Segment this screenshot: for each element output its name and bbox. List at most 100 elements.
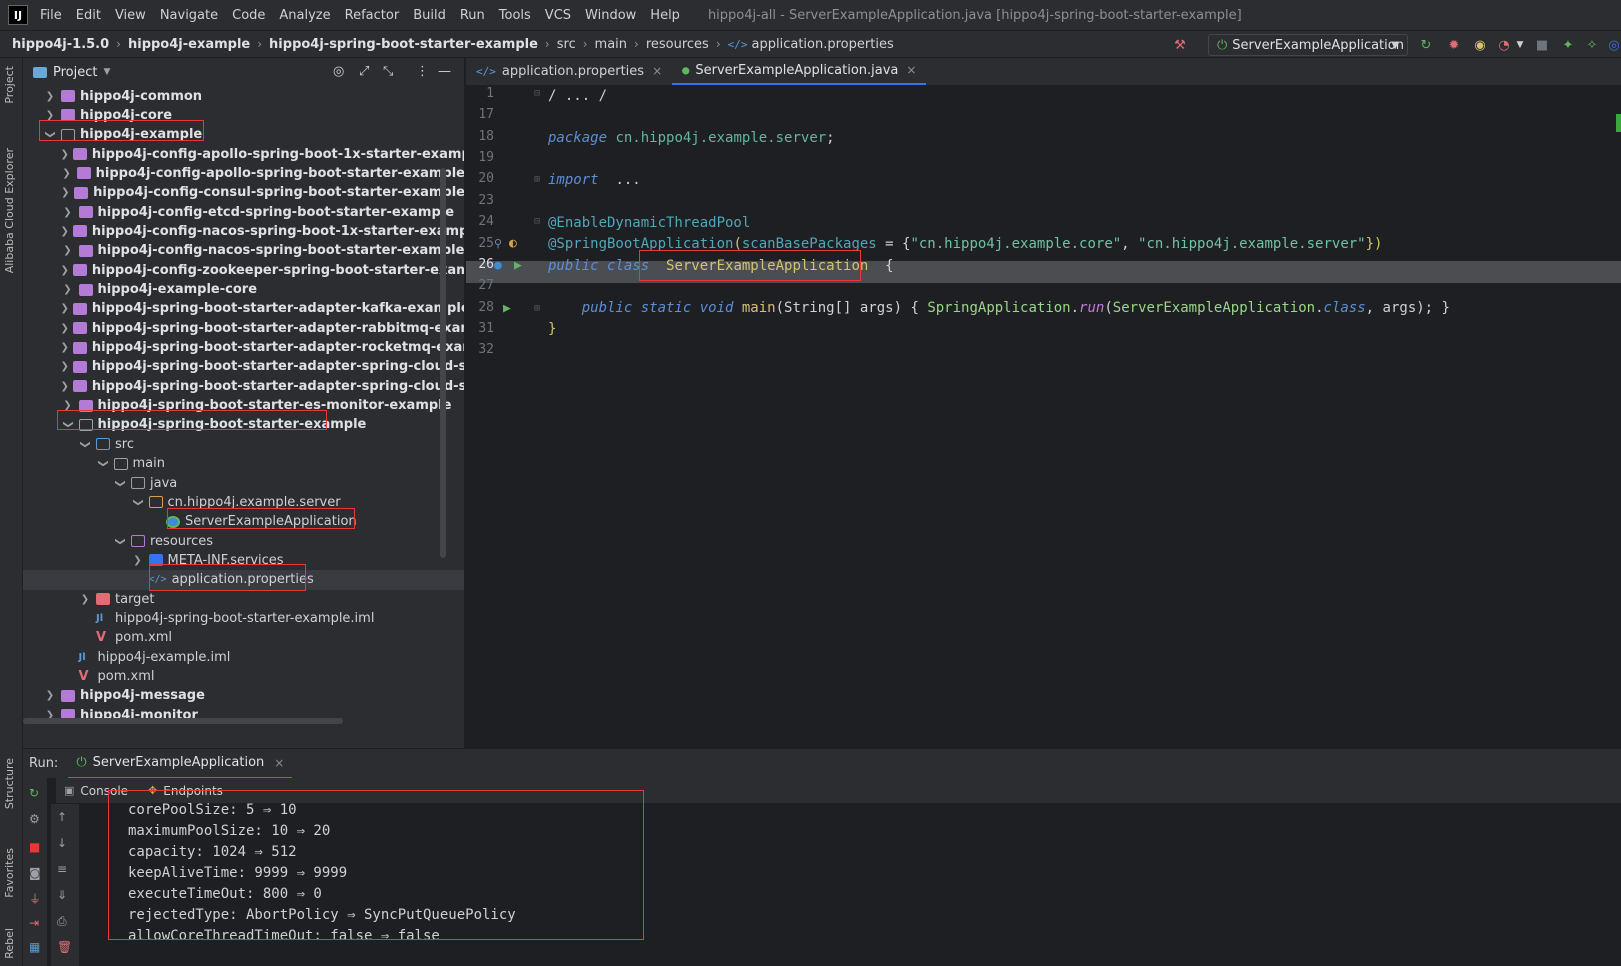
close-icon[interactable]: × <box>652 64 662 78</box>
project-tool-button[interactable]: Project <box>3 66 16 104</box>
tree-item[interactable]: ❯ hippo4j-spring-boot-starter-adapter-spr… <box>23 376 465 396</box>
fold-icon[interactable]: ⊞ <box>534 174 540 185</box>
breadcrumb-item[interactable]: resources <box>646 37 709 52</box>
tree-item[interactable]: ServerExampleApplication <box>23 512 464 532</box>
chevron-right-icon[interactable]: ❯ <box>61 265 69 276</box>
tree-item[interactable]: ❯ hippo4j-spring-boot-starter-example <box>23 415 464 435</box>
coverage-icon[interactable]: ◉ <box>1472 37 1488 53</box>
tree-item[interactable]: ❯ hippo4j-config-apollo-spring-boot-1x-st… <box>23 144 465 164</box>
project-panel-title[interactable]: Project <box>53 65 97 80</box>
menu-navigate[interactable]: Navigate <box>160 8 218 23</box>
settings-icon[interactable]: ⚙ <box>29 812 40 826</box>
favorites-tool-button[interactable]: Favorites <box>3 848 16 898</box>
tree-vertical-scrollbar[interactable] <box>440 168 446 558</box>
tree-item[interactable]: ❯ hippo4j-config-etcd-spring-boot-starter… <box>23 202 464 222</box>
tree-item[interactable]: ❯ hippo4j-config-zookeeper-spring-boot-st… <box>23 260 465 280</box>
tree-item[interactable]: Vpom.xml <box>23 667 464 687</box>
folded-imports[interactable]: ... <box>615 172 640 188</box>
chevron-right-icon[interactable]: ❯ <box>61 245 75 256</box>
chevron-right-icon[interactable]: ❯ <box>61 187 71 198</box>
trash-icon[interactable]: 🗑 <box>57 940 72 954</box>
tree-item[interactable]: ❯ target <box>23 589 464 609</box>
tree-item[interactable]: ❯ resources <box>23 531 464 551</box>
search-icon[interactable]: ◎ <box>1606 37 1621 53</box>
chevron-down-icon[interactable]: ▼ <box>103 67 110 77</box>
tree-item[interactable]: ❯ hippo4j-spring-boot-starter-adapter-kaf… <box>23 299 465 319</box>
menu-run[interactable]: Run <box>460 8 485 23</box>
stop-icon[interactable]: ■ <box>1534 37 1550 53</box>
close-icon[interactable]: × <box>274 756 284 770</box>
tree-item[interactable]: Jl hippo4j-example.iml <box>23 647 464 667</box>
menu-refactor[interactable]: Refactor <box>345 8 400 23</box>
code-editor[interactable]: 1 17 18 19 20 23 24 25 26 27 28 31 32 ⊟ … <box>466 86 1621 748</box>
tree-item[interactable]: ❯ main <box>23 454 464 474</box>
tree-item[interactable]: ❯ cn.hippo4j.example.server <box>23 492 464 512</box>
chevron-right-icon[interactable]: ❯ <box>131 555 145 566</box>
collapse-all-icon[interactable]: ⤡ <box>383 64 393 79</box>
rerun-icon[interactable]: ↻ <box>29 786 39 800</box>
arrow-down-icon[interactable]: ↓ <box>57 836 67 850</box>
chevron-down-icon[interactable]: ❯ <box>115 534 126 548</box>
structure-tool-button[interactable]: Structure <box>3 758 16 809</box>
tree-item[interactable]: ❯ src <box>23 434 464 454</box>
chevron-right-icon[interactable]: ❯ <box>61 226 69 237</box>
tree-horizontal-scrollbar[interactable] <box>23 718 343 724</box>
menu-build[interactable]: Build <box>413 8 446 23</box>
cloud-explorer-tool-button[interactable]: Alibaba Cloud Explorer <box>3 148 16 273</box>
rebel-tool-button[interactable]: Rebel <box>3 928 16 959</box>
tree-item[interactable]: ❯ hippo4j-spring-boot-starter-adapter-spr… <box>23 357 465 377</box>
tree-item[interactable]: Vpom.xml <box>23 628 464 648</box>
expand-all-icon[interactable]: ⤢ <box>359 64 369 79</box>
chevron-down-icon[interactable]: ❯ <box>97 457 108 471</box>
menu-vcs[interactable]: VCS <box>545 8 571 23</box>
tree-item[interactable]: ❯ hippo4j-example-core <box>23 280 464 300</box>
tree-item[interactable]: ❯ hippo4j-common <box>23 86 464 106</box>
chevron-down-icon[interactable]: ❯ <box>115 476 126 490</box>
chevron-down-icon[interactable]: ❯ <box>132 495 143 509</box>
subtab-console[interactable]: ▣ Console <box>64 784 128 798</box>
tab-application-properties[interactable]: </> application.properties × <box>466 57 672 85</box>
stop-icon[interactable]: ■ <box>29 840 40 854</box>
tree-item[interactable]: ❯ META-INF.services <box>23 550 464 570</box>
tree-item[interactable]: ❯ hippo4j-message <box>23 686 464 706</box>
breadcrumb-item[interactable]: hippo4j-1.5.0 <box>12 37 109 52</box>
menu-tools[interactable]: Tools <box>499 8 531 23</box>
menu-edit[interactable]: Edit <box>76 8 101 23</box>
chevron-right-icon[interactable]: ❯ <box>43 690 57 701</box>
rerun-icon[interactable]: ↻ <box>1418 37 1434 53</box>
fold-icon[interactable]: ⊞ <box>534 303 540 314</box>
chevron-right-icon[interactable]: ❯ <box>61 207 75 218</box>
debug-icon[interactable]: ✹ <box>1446 37 1462 53</box>
chevron-right-icon[interactable]: ❯ <box>61 381 69 392</box>
layout-icon[interactable]: ▦ <box>29 940 40 954</box>
breadcrumb-item[interactable]: application.properties <box>752 37 894 52</box>
jrebel-debug-icon[interactable]: ✧ <box>1584 37 1600 53</box>
chevron-right-icon[interactable]: ❯ <box>43 91 57 102</box>
exit-icon[interactable]: ⇥ <box>29 916 39 930</box>
tree-item[interactable]: ❯ hippo4j-spring-boot-starter-adapter-rab… <box>23 318 465 338</box>
tree-item[interactable]: ❯ hippo4j-spring-boot-starter-es-monitor-… <box>23 396 464 416</box>
scroll-to-end-icon[interactable]: ⇓ <box>57 888 67 902</box>
options-icon[interactable]: ⋮ <box>416 64 429 79</box>
tree-item[interactable]: ❯ hippo4j-example <box>23 125 464 145</box>
breadcrumb-item[interactable]: main <box>595 37 627 52</box>
run-tab-server-example-application[interactable]: ⏻ ServerExampleApplication × <box>68 749 293 779</box>
menu-code[interactable]: Code <box>232 8 265 23</box>
chevron-right-icon[interactable]: ❯ <box>61 284 75 295</box>
chevron-down-icon[interactable]: ❯ <box>80 437 91 451</box>
tree-item[interactable]: </> application.properties <box>23 569 464 590</box>
tree-item[interactable]: ❯ hippo4j-config-nacos-spring-boot-1x-sta… <box>23 221 465 241</box>
hide-panel-icon[interactable]: — <box>438 64 451 79</box>
tab-server-example-application[interactable]: ● ServerExampleApplication.java × <box>672 57 927 85</box>
chevron-right-icon[interactable]: ❯ <box>61 149 69 160</box>
tree-item[interactable]: ❯ hippo4j-config-consul-spring-boot-start… <box>23 183 464 203</box>
spring-boot-icon[interactable]: ● <box>494 258 502 273</box>
chevron-right-icon[interactable]: ❯ <box>61 323 69 334</box>
folded-comment[interactable]: / ... / <box>548 88 607 104</box>
run-configuration-dropdown[interactable]: ⏻ ServerExampleApplication ▼ <box>1208 34 1408 56</box>
fold-icon[interactable]: ⊟ <box>534 88 540 99</box>
subtab-endpoints[interactable]: ✥ Endpoints <box>148 784 223 798</box>
run-gutter-icon[interactable]: ▶ <box>514 258 522 273</box>
menu-analyze[interactable]: Analyze <box>279 8 330 23</box>
tree-item[interactable]: ❯ hippo4j-spring-boot-starter-adapter-roc… <box>23 338 465 358</box>
